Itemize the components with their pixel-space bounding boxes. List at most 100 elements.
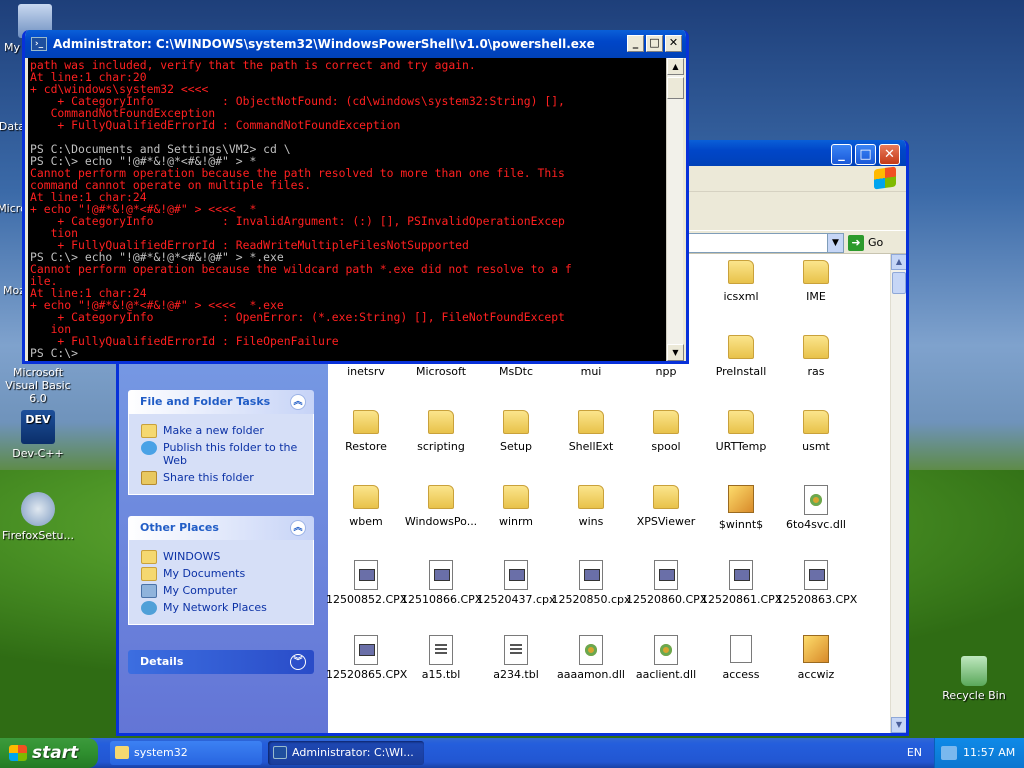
ps-minimize-button[interactable]: _ bbox=[627, 35, 644, 52]
file-item[interactable]: 12520863.CPX bbox=[776, 560, 857, 606]
windows-logo-icon bbox=[9, 745, 27, 761]
folder-icon bbox=[803, 335, 829, 359]
folder-item[interactable]: Setup bbox=[476, 410, 556, 453]
folder-icon bbox=[728, 335, 754, 359]
item-label: wins bbox=[578, 515, 604, 528]
go-button[interactable]: ➜ Go bbox=[848, 233, 898, 253]
powershell-window[interactable]: ›_ Administrator: C:\WINDOWS\system32\Wi… bbox=[22, 30, 689, 364]
folder-item[interactable]: winrm bbox=[476, 485, 556, 528]
explorer-maximize-button[interactable]: □ bbox=[855, 144, 876, 165]
scroll-down-icon[interactable]: ▼ bbox=[891, 717, 906, 733]
folder-item[interactable]: URTTemp bbox=[701, 410, 781, 453]
file-item[interactable]: 12520437.cpx bbox=[476, 560, 556, 606]
taskbar-powershell[interactable]: Administrator: C:\WI... bbox=[268, 741, 424, 765]
explorer-scrollbar[interactable]: ▲ ▼ bbox=[890, 254, 906, 733]
place-windows[interactable]: WINDOWS bbox=[139, 550, 303, 564]
file-item[interactable]: 6to4svc.dll bbox=[776, 485, 856, 531]
taskbar: start system32 Administrator: C:\WI... E… bbox=[0, 738, 1024, 768]
expand-chevron-icon[interactable]: ︾ bbox=[290, 654, 306, 670]
console-output[interactable]: path was included, verify that the path … bbox=[28, 58, 671, 361]
folder-icon bbox=[803, 260, 829, 284]
place-my-network-places[interactable]: My Network Places bbox=[139, 601, 303, 615]
console-scroll-up-icon[interactable]: ▲ bbox=[667, 58, 684, 75]
folder-item[interactable]: wins bbox=[551, 485, 631, 528]
folder-item[interactable]: scripting bbox=[401, 410, 481, 453]
console-scrollbar[interactable]: ▲ ▼ bbox=[666, 58, 684, 361]
folder-item[interactable]: PreInstall bbox=[701, 335, 781, 378]
file-item[interactable]: $winnt$ bbox=[701, 485, 781, 531]
file-item[interactable]: 12520865.CPX bbox=[326, 635, 407, 681]
folder-item[interactable]: spool bbox=[626, 410, 706, 453]
console-scroll-down-icon[interactable]: ▼ bbox=[667, 344, 684, 361]
system-tray: 11:57 AM bbox=[934, 738, 1024, 768]
file-item[interactable]: access bbox=[701, 635, 781, 681]
folder-item[interactable]: icsxml bbox=[701, 260, 781, 303]
task-make-new-folder[interactable]: Make a new folder bbox=[139, 424, 303, 438]
folder-icon bbox=[503, 485, 529, 509]
network-tray-icon[interactable] bbox=[941, 746, 957, 760]
ps-close-button[interactable]: ✕ bbox=[665, 35, 682, 52]
place-my-documents[interactable]: My Documents bbox=[139, 567, 303, 581]
file-item[interactable]: aaclient.dll bbox=[626, 635, 706, 681]
item-label: a15.tbl bbox=[421, 668, 461, 681]
folder-item[interactable]: XPSViewer bbox=[626, 485, 706, 528]
desktop-icon-visual-basic[interactable]: Microsoft Visual Basic 6.0 bbox=[0, 366, 78, 405]
item-label: scripting bbox=[417, 440, 465, 453]
scroll-thumb[interactable] bbox=[892, 272, 906, 294]
cpx-icon bbox=[804, 560, 828, 590]
tbl-icon bbox=[504, 635, 528, 665]
file-item[interactable]: a15.tbl bbox=[401, 635, 481, 681]
folder-item[interactable]: usmt bbox=[776, 410, 856, 453]
address-dropdown-icon[interactable]: ▼ bbox=[827, 234, 843, 252]
desktop-icon-firefox-setup[interactable]: FirefoxSetu... bbox=[0, 492, 78, 542]
tbl-icon bbox=[429, 635, 453, 665]
collapse-chevron-icon[interactable]: ︽ bbox=[290, 394, 306, 410]
language-indicator[interactable]: EN bbox=[907, 738, 922, 768]
file-item[interactable]: aaaamon.dll bbox=[551, 635, 631, 681]
explorer-minimize-button[interactable]: _ bbox=[831, 144, 852, 165]
task-share-folder[interactable]: Share this folder bbox=[139, 471, 303, 485]
item-label: URTTemp bbox=[715, 440, 767, 453]
file-folder-tasks-header[interactable]: File and Folder Tasks ︽ bbox=[128, 390, 314, 414]
file-item[interactable]: 12510866.CPX bbox=[401, 560, 482, 606]
file-item[interactable]: 12500852.CPX bbox=[326, 560, 408, 606]
ps-maximize-button[interactable]: □ bbox=[646, 35, 663, 52]
collapse-chevron-icon[interactable]: ︽ bbox=[290, 520, 306, 536]
my-documents-icon bbox=[141, 567, 157, 581]
item-label: a234.tbl bbox=[493, 668, 539, 681]
other-places-panel: Other Places ︽ WINDOWS My Documents My Co… bbox=[128, 516, 314, 625]
details-header[interactable]: Details ︾ bbox=[128, 650, 314, 674]
item-label: 12520437.cpx bbox=[476, 593, 556, 606]
windows-logo-icon bbox=[874, 166, 896, 190]
desktop-icon-dev-cpp[interactable]: DEV Dev-C++ bbox=[0, 410, 78, 460]
folder-item[interactable]: IME bbox=[776, 260, 856, 303]
file-item[interactable]: accwiz bbox=[776, 635, 856, 681]
folder-item[interactable]: ShellExt bbox=[551, 410, 631, 453]
taskbar-system32[interactable]: system32 bbox=[110, 741, 262, 765]
file-item[interactable]: 12520860.CPX bbox=[626, 560, 707, 606]
folder-item[interactable]: Restore bbox=[326, 410, 406, 453]
console-scroll-thumb[interactable] bbox=[667, 77, 684, 99]
share-folder-icon bbox=[141, 471, 157, 485]
powershell-title-bar[interactable]: ›_ Administrator: C:\WINDOWS\system32\Wi… bbox=[25, 30, 686, 58]
other-places-header[interactable]: Other Places ︽ bbox=[128, 516, 314, 540]
file-item[interactable]: a234.tbl bbox=[476, 635, 556, 681]
file-item[interactable]: 12520861.CPX bbox=[701, 560, 782, 606]
desktop-icon-recycle-bin[interactable]: Recycle Bin bbox=[934, 656, 1014, 702]
cpx-icon bbox=[354, 635, 378, 665]
folder-icon bbox=[803, 410, 829, 434]
folder-item[interactable]: ras bbox=[776, 335, 856, 378]
folder-icon bbox=[503, 410, 529, 434]
item-label: 12500852.CPX bbox=[326, 593, 408, 606]
folder-item[interactable]: WindowsPo... bbox=[401, 485, 481, 528]
task-publish-folder[interactable]: Publish this folder to the Web bbox=[139, 441, 303, 467]
place-my-computer[interactable]: My Computer bbox=[139, 584, 303, 598]
file-item[interactable]: 12520850.cpx bbox=[551, 560, 631, 606]
explorer-close-button[interactable]: ✕ bbox=[879, 144, 900, 165]
clock[interactable]: 11:57 AM bbox=[963, 746, 1015, 759]
folder-item[interactable]: wbem bbox=[326, 485, 406, 528]
wiz-icon bbox=[728, 485, 754, 513]
item-label: IME bbox=[806, 290, 826, 303]
start-button[interactable]: start bbox=[0, 738, 98, 768]
scroll-up-icon[interactable]: ▲ bbox=[891, 254, 906, 270]
